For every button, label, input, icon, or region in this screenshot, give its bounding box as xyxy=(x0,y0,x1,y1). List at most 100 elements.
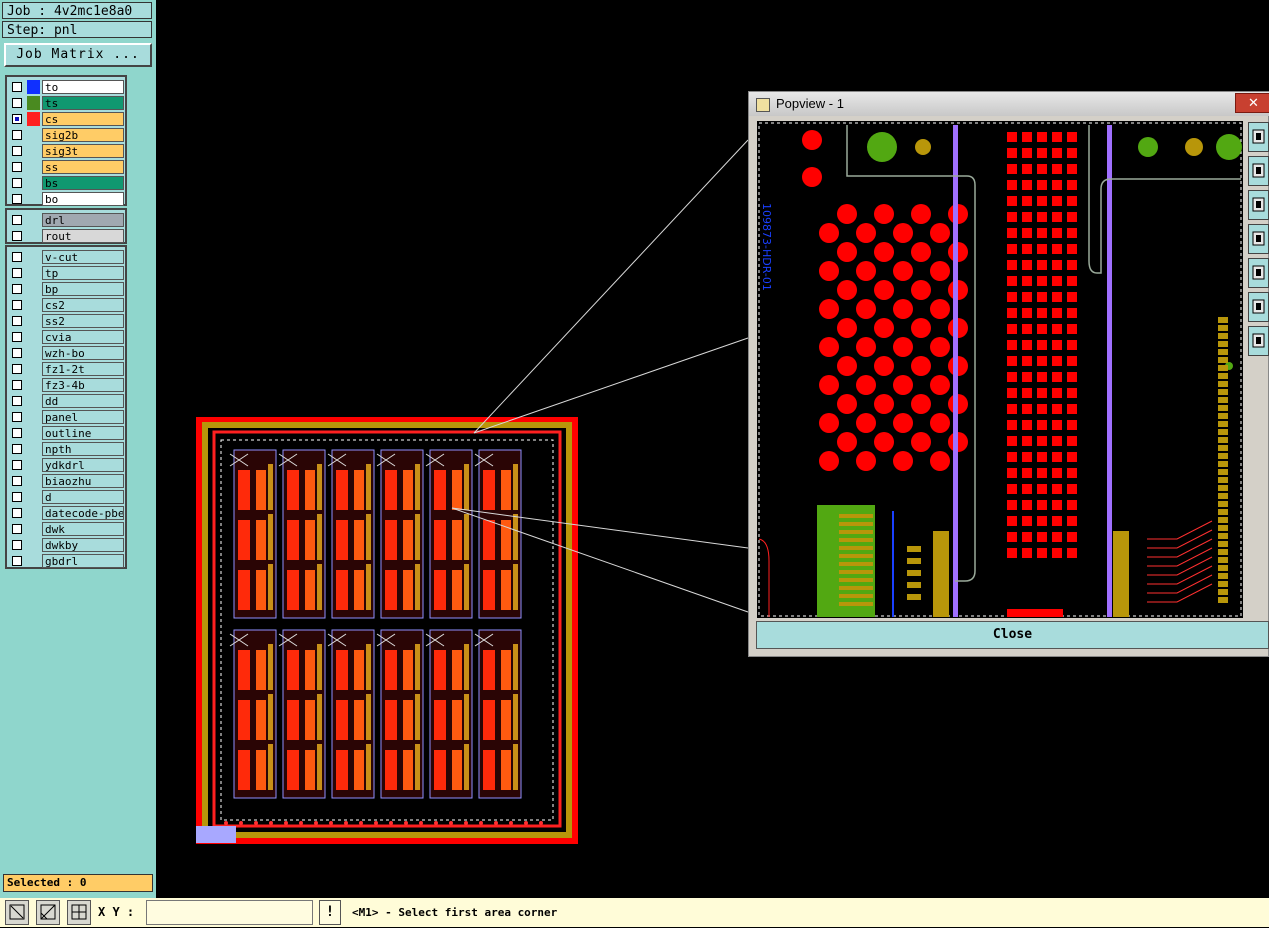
layer-name[interactable]: drl xyxy=(42,213,124,227)
layer-checkbox[interactable] xyxy=(12,476,22,486)
layer-checkbox[interactable] xyxy=(12,98,22,108)
grid-icon[interactable] xyxy=(67,900,91,925)
layer-name[interactable]: cvia xyxy=(42,330,124,344)
layer-row-ss[interactable]: ss xyxy=(7,159,125,175)
layer-checkbox[interactable] xyxy=(12,284,22,294)
layer-name[interactable]: wzh-bo xyxy=(42,346,124,360)
layer-color-swatch[interactable] xyxy=(27,96,40,110)
layer-checkbox[interactable] xyxy=(12,412,22,422)
layer-checkbox[interactable] xyxy=(12,114,22,124)
layer-checkbox[interactable] xyxy=(12,396,22,406)
layer-row-fz3-4b[interactable]: fz3-4b xyxy=(7,377,125,393)
layer-name[interactable]: sig3t xyxy=(42,144,124,158)
layer-name[interactable]: dd xyxy=(42,394,124,408)
layer-row-d[interactable]: d xyxy=(7,489,125,505)
layer-row-fz1-2t[interactable]: fz1-2t xyxy=(7,361,125,377)
layer-row-ts[interactable]: ts xyxy=(7,95,125,111)
layer-row-dwk[interactable]: dwk xyxy=(7,521,125,537)
layer-checkbox[interactable] xyxy=(12,556,22,566)
measure-icon[interactable] xyxy=(36,900,60,925)
layer-name[interactable]: ydkdrl xyxy=(42,458,124,472)
layer-name[interactable]: panel xyxy=(42,410,124,424)
layer-name[interactable]: fz3-4b xyxy=(42,378,124,392)
pan-left-icon[interactable] xyxy=(1248,224,1269,254)
layer-name[interactable]: bs xyxy=(42,176,124,190)
layer-row-to[interactable]: to xyxy=(7,79,125,95)
layer-row-sig2b[interactable]: sig2b xyxy=(7,127,125,143)
layer-row-bs[interactable]: bs xyxy=(7,175,125,191)
fit-icon[interactable] xyxy=(1248,292,1269,322)
layer-row-npth[interactable]: npth xyxy=(7,441,125,457)
layer-row-biaozhu[interactable]: biaozhu xyxy=(7,473,125,489)
layer-name[interactable]: cs xyxy=(42,112,124,126)
layer-checkbox[interactable] xyxy=(12,194,22,204)
layer-row-dwkby[interactable]: dwkby xyxy=(7,537,125,553)
layer-row-panel[interactable]: panel xyxy=(7,409,125,425)
layer-row-wzh-bo[interactable]: wzh-bo xyxy=(7,345,125,361)
layer-name[interactable]: rout xyxy=(42,229,124,243)
layer-row-outline[interactable]: outline xyxy=(7,425,125,441)
layer-name[interactable]: ss xyxy=(42,160,124,174)
layer-name[interactable]: ts xyxy=(42,96,124,110)
layer-checkbox[interactable] xyxy=(12,130,22,140)
layer-name[interactable]: dwk xyxy=(42,522,124,536)
layer-checkbox[interactable] xyxy=(12,231,22,241)
layer-checkbox[interactable] xyxy=(12,146,22,156)
layer-name[interactable]: fz1-2t xyxy=(42,362,124,376)
layer-row-gbdrl[interactable]: gbdrl xyxy=(7,553,125,569)
layer-checkbox[interactable] xyxy=(12,460,22,470)
job-matrix-button[interactable]: Job Matrix ... xyxy=(4,43,152,67)
pan-right-icon[interactable] xyxy=(1248,258,1269,288)
layer-checkbox[interactable] xyxy=(12,380,22,390)
layer-checkbox[interactable] xyxy=(12,540,22,550)
layer-row-cs2[interactable]: cs2 xyxy=(7,297,125,313)
layer-name[interactable]: outline xyxy=(42,426,124,440)
layer-checkbox[interactable] xyxy=(12,178,22,188)
layer-checkbox[interactable] xyxy=(12,348,22,358)
layer-checkbox[interactable] xyxy=(12,492,22,502)
xy-input[interactable] xyxy=(146,900,313,925)
layer-checkbox[interactable] xyxy=(12,364,22,374)
layer-row-bo[interactable]: bo xyxy=(7,191,125,207)
layer-color-swatch[interactable] xyxy=(27,112,40,126)
close-button[interactable]: Close xyxy=(756,621,1269,649)
layer-name[interactable]: ss2 xyxy=(42,314,124,328)
zoom-in-icon[interactable] xyxy=(1248,122,1269,152)
layer-name[interactable]: sig2b xyxy=(42,128,124,142)
layer-name[interactable]: cs2 xyxy=(42,298,124,312)
layer-name[interactable]: v-cut xyxy=(42,250,124,264)
layer-checkbox[interactable] xyxy=(12,508,22,518)
layer-checkbox[interactable] xyxy=(12,252,22,262)
layer-name[interactable]: to xyxy=(42,80,124,94)
layer-row-v-cut[interactable]: v-cut xyxy=(7,249,125,265)
pan-up-icon[interactable] xyxy=(1248,190,1269,220)
layer-checkbox[interactable] xyxy=(12,428,22,438)
layer-name[interactable]: bo xyxy=(42,192,124,206)
layer-checkbox[interactable] xyxy=(12,82,22,92)
expand-icon[interactable] xyxy=(1248,326,1269,356)
layer-name[interactable]: d xyxy=(42,490,124,504)
layer-row-datecode-pbe[interactable]: datecode-pbe xyxy=(7,505,125,521)
layer-name[interactable]: npth xyxy=(42,442,124,456)
alert-icon[interactable]: ! xyxy=(319,900,341,925)
zoom-out-icon[interactable] xyxy=(1248,156,1269,186)
layer-checkbox[interactable] xyxy=(12,444,22,454)
layer-name[interactable]: dwkby xyxy=(42,538,124,552)
layer-name[interactable]: tp xyxy=(42,266,124,280)
layer-row-tp[interactable]: tp xyxy=(7,265,125,281)
layer-row-sig3t[interactable]: sig3t xyxy=(7,143,125,159)
popview-titlebar[interactable]: Popview - 1 ✕ xyxy=(749,92,1269,116)
layer-checkbox[interactable] xyxy=(12,215,22,225)
layer-row-cvia[interactable]: cvia xyxy=(7,329,125,345)
layer-name[interactable]: bp xyxy=(42,282,124,296)
layer-checkbox[interactable] xyxy=(12,162,22,172)
layer-checkbox[interactable] xyxy=(12,332,22,342)
layer-row-ss2[interactable]: ss2 xyxy=(7,313,125,329)
layer-checkbox[interactable] xyxy=(12,268,22,278)
layer-name[interactable]: biaozhu xyxy=(42,474,124,488)
layer-checkbox[interactable] xyxy=(12,524,22,534)
layer-row-cs[interactable]: cs xyxy=(7,111,125,127)
zoom-area-icon[interactable] xyxy=(5,900,29,925)
layer-name[interactable]: datecode-pbe xyxy=(42,506,124,520)
close-icon[interactable]: ✕ xyxy=(1235,93,1269,113)
